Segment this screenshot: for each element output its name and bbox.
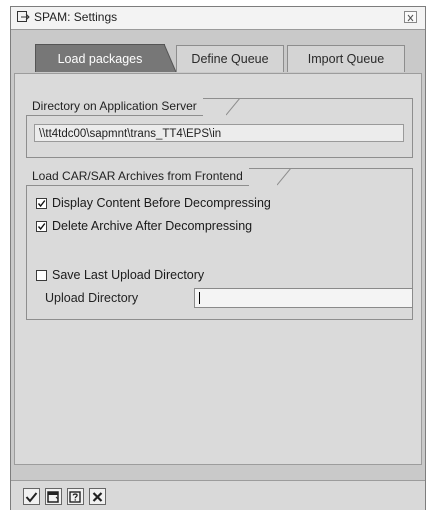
help-icon bbox=[69, 490, 81, 503]
checkbox-label: Save Last Upload Directory bbox=[52, 268, 205, 282]
checkbox-label: Display Content Before Decompressing bbox=[52, 196, 271, 210]
tab-strip: Load packages Define Queue Import Queue bbox=[11, 30, 425, 73]
tab-label: Load packages bbox=[57, 51, 143, 66]
cancel-icon bbox=[92, 491, 103, 502]
confirm-button[interactable] bbox=[23, 488, 40, 505]
upload-directory-label: Upload Directory bbox=[45, 291, 139, 305]
text-cursor bbox=[199, 292, 200, 304]
window-title: SPAM: Settings bbox=[34, 10, 118, 24]
save-window-icon bbox=[47, 490, 59, 503]
group-title-edge bbox=[226, 98, 241, 116]
close-button[interactable] bbox=[404, 11, 417, 23]
tab-edge-decoration bbox=[164, 44, 176, 72]
tab-load-packages[interactable]: Load packages bbox=[35, 44, 165, 72]
save-upload-dir-checkbox[interactable] bbox=[36, 269, 47, 281]
checkmark-icon bbox=[25, 491, 38, 503]
group-title: Directory on Application Server bbox=[26, 98, 203, 116]
settings-dialog: SPAM: Settings Load packages Define Queu… bbox=[10, 6, 426, 510]
upload-directory-input[interactable] bbox=[194, 288, 413, 308]
frontend-archive-group: Load CAR/SAR Archives from Frontend Disp… bbox=[26, 168, 413, 320]
delete-archive-checkbox[interactable] bbox=[36, 220, 47, 232]
tab-content-panel: Directory on Application Server \\tt4tdc… bbox=[14, 73, 422, 465]
app-server-directory-field[interactable]: \\tt4tdc00\sapmnt\trans_TT4\EPS\in bbox=[34, 124, 404, 142]
group-title-edge bbox=[277, 168, 292, 186]
save-upload-dir-option[interactable]: Save Last Upload Directory bbox=[36, 268, 204, 282]
help-button[interactable] bbox=[67, 488, 84, 505]
dialog-button-bar bbox=[11, 480, 425, 510]
tab-label: Define Queue bbox=[191, 52, 269, 66]
delete-archive-option[interactable]: Delete Archive After Decompressing bbox=[36, 219, 252, 233]
checkmark-icon bbox=[37, 199, 46, 207]
group-title: Load CAR/SAR Archives from Frontend bbox=[26, 168, 249, 186]
tab-label: Import Queue bbox=[307, 52, 385, 66]
display-content-checkbox[interactable] bbox=[36, 197, 47, 209]
checkbox-label: Delete Archive After Decompressing bbox=[52, 219, 253, 233]
window-menu-icon[interactable] bbox=[17, 11, 30, 26]
title-bar: SPAM: Settings bbox=[11, 7, 425, 30]
checkmark-icon bbox=[37, 222, 46, 230]
close-icon bbox=[407, 14, 414, 22]
tab-import-queue[interactable]: Import Queue bbox=[287, 45, 405, 72]
tab-define-queue[interactable]: Define Queue bbox=[176, 45, 284, 72]
display-content-option[interactable]: Display Content Before Decompressing bbox=[36, 196, 271, 210]
cancel-button[interactable] bbox=[89, 488, 106, 505]
save-window-button[interactable] bbox=[45, 488, 62, 505]
app-server-group: Directory on Application Server \\tt4tdc… bbox=[26, 98, 413, 158]
